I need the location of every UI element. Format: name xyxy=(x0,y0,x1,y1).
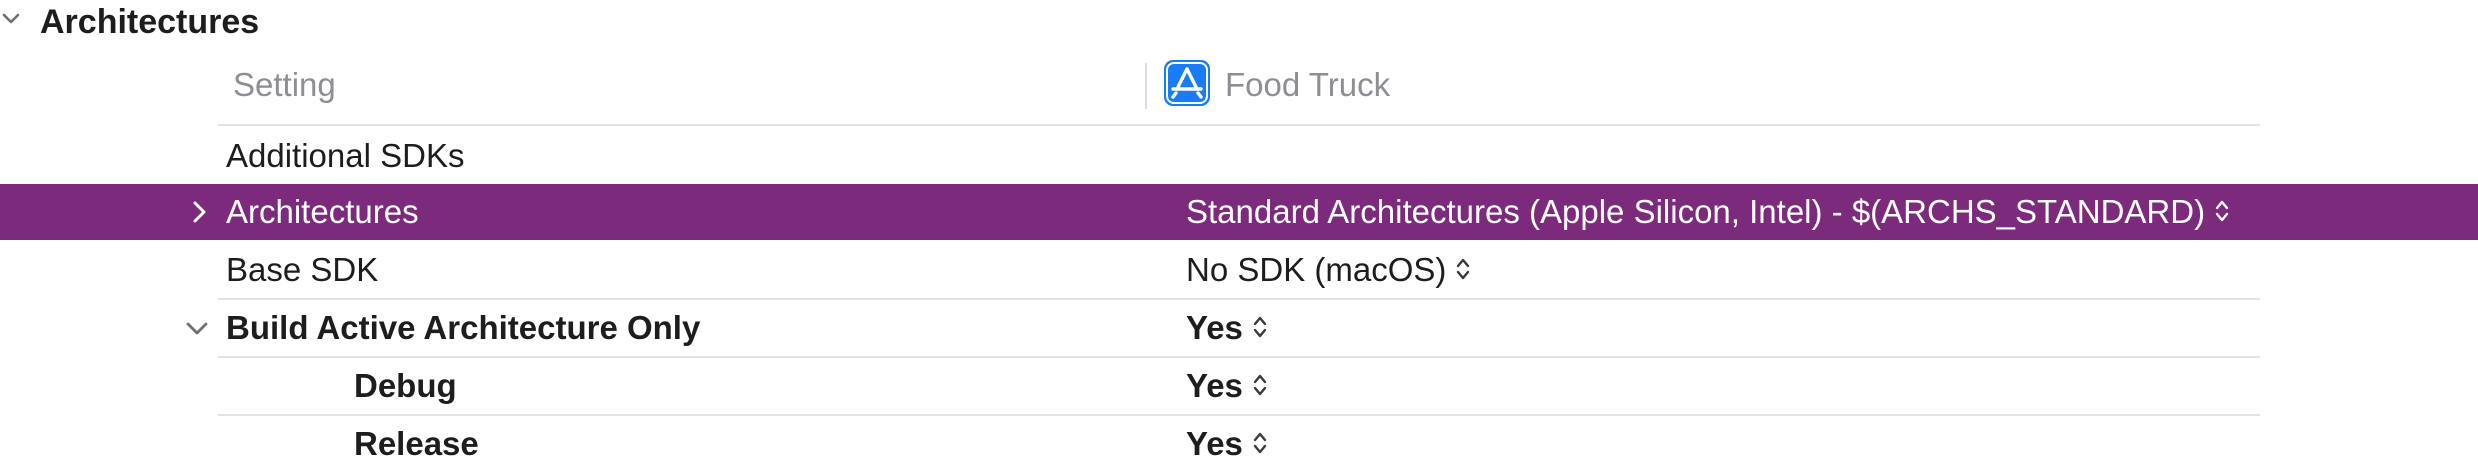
setting-value: Yes xyxy=(1186,425,1243,462)
setting-label: Additional SDKs xyxy=(226,137,465,174)
setting-row-base-sdk[interactable]: Base SDK No SDK (macOS) xyxy=(0,242,2478,298)
setting-value-popup[interactable]: Yes xyxy=(1186,416,1267,466)
setting-value: Yes xyxy=(1186,309,1243,346)
setting-value: No SDK (macOS) xyxy=(1186,251,1447,288)
updown-stepper-icon xyxy=(1253,375,1267,396)
column-header-target[interactable]: Food Truck xyxy=(1225,64,1390,106)
setting-value-popup[interactable]: Yes xyxy=(1186,300,1267,356)
setting-row-debug[interactable]: Debug Yes xyxy=(0,358,2478,414)
updown-stepper-icon xyxy=(2215,201,2229,222)
chevron-down-icon[interactable] xyxy=(0,8,22,30)
column-divider xyxy=(1145,63,1147,109)
setting-label: Base SDK xyxy=(226,251,379,288)
setting-value-popup[interactable]: No SDK (macOS) xyxy=(1186,242,1470,298)
setting-row-release[interactable]: Release Yes xyxy=(0,416,2478,466)
updown-stepper-icon xyxy=(1457,259,1470,280)
column-header-setting[interactable]: Setting xyxy=(233,64,336,106)
setting-value-popup[interactable]: Standard Architectures (Apple Silicon, I… xyxy=(1186,184,2229,240)
app-store-icon xyxy=(1164,60,1210,106)
setting-value: Yes xyxy=(1186,367,1243,404)
setting-value: Standard Architectures (Apple Silicon, I… xyxy=(1186,193,2206,230)
setting-row-additional-sdks[interactable]: Additional SDKs xyxy=(0,128,2478,184)
chevron-down-icon[interactable] xyxy=(184,315,210,341)
chevron-right-icon[interactable] xyxy=(186,199,212,225)
setting-row-architectures[interactable]: Architectures Standard Architectures (Ap… xyxy=(0,184,2478,240)
header-separator xyxy=(218,124,2260,126)
updown-stepper-icon xyxy=(1253,317,1267,338)
section-title: Architectures xyxy=(40,3,260,41)
setting-label: Release xyxy=(354,425,479,462)
updown-stepper-icon xyxy=(1253,433,1267,454)
setting-value-popup[interactable]: Yes xyxy=(1186,358,1267,414)
setting-row-build-active-architecture-only[interactable]: Build Active Architecture Only Yes xyxy=(0,300,2478,356)
setting-label: Build Active Architecture Only xyxy=(226,309,701,346)
setting-label: Architectures xyxy=(226,193,419,230)
setting-label: Debug xyxy=(354,367,457,404)
